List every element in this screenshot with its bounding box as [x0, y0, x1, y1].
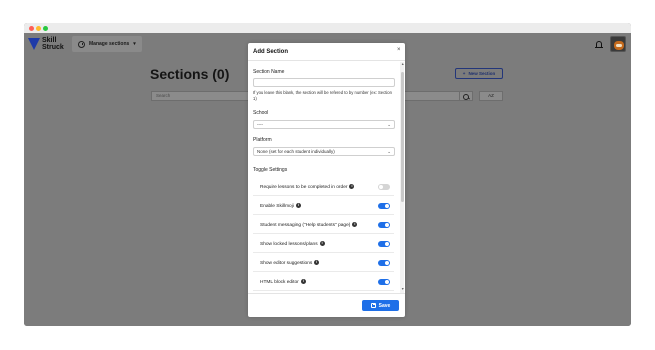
- section-name-label: Section Name: [253, 69, 285, 75]
- chevron-down-icon: ⌄: [387, 122, 391, 127]
- toggle-row: Enable Skillmoji i: [253, 196, 394, 215]
- toggle-row: Require lessons to be completed in order…: [253, 177, 394, 196]
- info-icon[interactable]: i: [352, 222, 358, 227]
- toggle-label: Enable Skillmoji: [260, 203, 294, 209]
- modal-footer: Save: [248, 293, 405, 317]
- modal-title: Add Section: [253, 49, 289, 55]
- minimize-window-dot[interactable]: [36, 26, 41, 31]
- toggle-switch-locked-lessons[interactable]: [378, 241, 390, 247]
- clock-icon: [78, 40, 85, 48]
- search-button[interactable]: [459, 91, 473, 101]
- floppy-disk-icon: [370, 303, 376, 308]
- toggle-row: HTML block editor i: [253, 272, 394, 291]
- toggle-row: Show locked lessons/plans i: [253, 234, 394, 253]
- save-button[interactable]: Save: [362, 300, 399, 311]
- logo-text: Skill Struck: [42, 37, 64, 51]
- platform-label: Platform: [253, 137, 272, 143]
- platform-select[interactable]: None (set for each student individually)…: [253, 147, 395, 156]
- scroll-up-arrow-icon[interactable]: ▲: [401, 62, 404, 66]
- chevron-down-icon: ⌄: [387, 149, 391, 154]
- info-icon[interactable]: i: [314, 260, 320, 265]
- school-label: School: [253, 110, 269, 116]
- toggle-label: Show editor suggestions: [260, 260, 313, 266]
- scroll-down-arrow-icon[interactable]: ▼: [401, 287, 404, 291]
- toggle-switch-html-block-editor[interactable]: [378, 279, 390, 285]
- school-value: ----: [257, 122, 263, 127]
- toggle-row: Student messaging ("Help students" page)…: [253, 215, 394, 234]
- add-section-modal: Add Section × Section Name If you leave …: [248, 43, 405, 317]
- section-name-field[interactable]: [253, 78, 395, 87]
- new-section-label: New Section: [468, 71, 496, 76]
- toggle-label: Student messaging ("Help students" page): [260, 222, 351, 228]
- toggle-switch-editor-suggestions[interactable]: [378, 260, 390, 266]
- new-section-button[interactable]: + New Section: [455, 68, 503, 79]
- sort-button[interactable]: AZ: [479, 91, 503, 101]
- toggle-label: Show locked lessons/plans: [260, 241, 318, 247]
- info-icon[interactable]: i: [319, 241, 325, 246]
- page-title: Sections (0): [150, 66, 230, 82]
- modal-body: Section Name If you leave this blank, th…: [248, 62, 405, 293]
- manage-sections-label: Manage sections: [89, 41, 130, 47]
- maximize-window-dot[interactable]: [43, 26, 48, 31]
- close-window-dot[interactable]: [29, 26, 34, 31]
- toggle-switch-require-order[interactable]: [378, 184, 390, 190]
- logo-shield-icon: [28, 38, 40, 50]
- toggle-switch-student-messaging[interactable]: [378, 222, 390, 228]
- manage-sections-dropdown[interactable]: Manage sections ▾: [72, 36, 142, 52]
- toggle-settings-label: Toggle Settings: [253, 167, 288, 173]
- save-label: Save: [378, 302, 391, 309]
- avatar[interactable]: [610, 36, 626, 52]
- close-icon[interactable]: ×: [397, 47, 401, 53]
- window-titlebar: [24, 23, 631, 33]
- toggle-row: Show editor suggestions i: [253, 253, 394, 272]
- info-icon[interactable]: i: [349, 184, 355, 189]
- info-icon[interactable]: i: [300, 279, 306, 284]
- plus-icon: +: [462, 71, 466, 76]
- modal-header: Add Section ×: [248, 43, 405, 61]
- toggle-label: Require lessons to be completed in order: [260, 184, 348, 190]
- toggle-label: HTML block editor: [260, 279, 299, 285]
- school-select[interactable]: ---- ⌄: [253, 120, 395, 129]
- skill-struck-logo[interactable]: Skill Struck: [28, 37, 66, 53]
- scrollbar-thumb[interactable]: [401, 72, 404, 202]
- info-icon[interactable]: i: [295, 203, 301, 208]
- platform-value: None (set for each student individually): [257, 149, 335, 154]
- chevron-down-icon: ▾: [133, 41, 136, 47]
- toggle-switch-skillmoji[interactable]: [378, 203, 390, 209]
- bell-icon[interactable]: [595, 41, 603, 50]
- section-name-help: If you leave this blank, the section wil…: [253, 90, 392, 101]
